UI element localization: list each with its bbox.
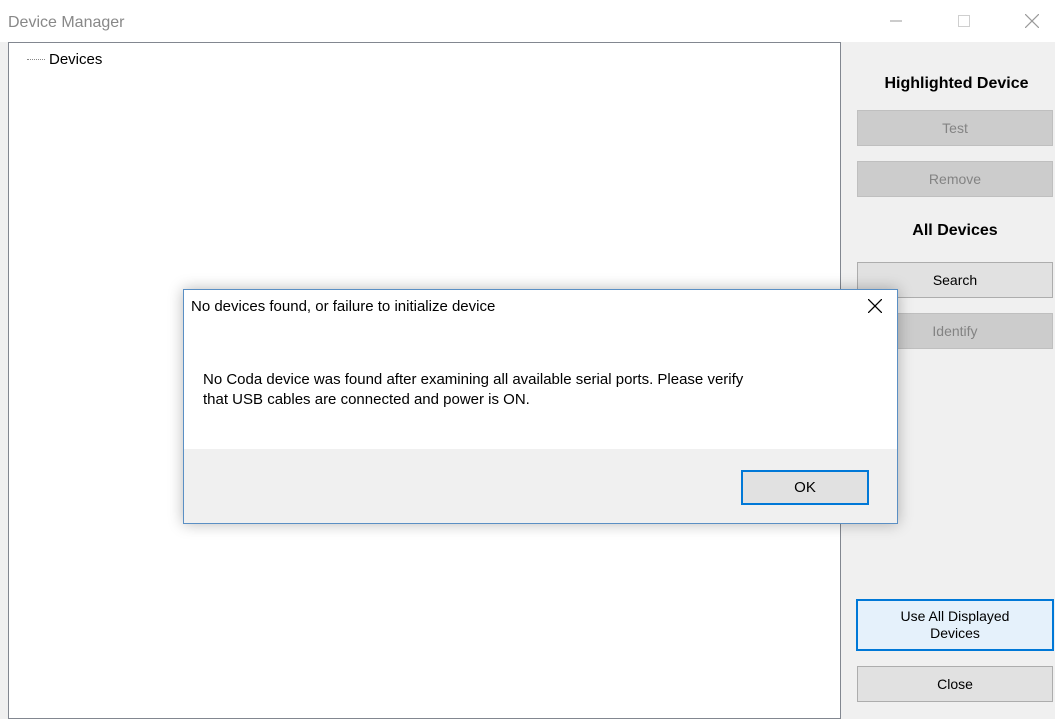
all-devices-heading: All Devices (912, 222, 998, 239)
error-dialog: No devices found, or failure to initiali… (183, 289, 898, 524)
window-close-button[interactable] (1010, 0, 1054, 42)
tree-root-devices[interactable]: Devices (27, 51, 102, 68)
window-title: Device Manager (8, 14, 125, 31)
maximize-button[interactable] (942, 0, 986, 42)
close-button[interactable]: Close (857, 666, 1053, 702)
tree-root-label: Devices (49, 51, 103, 68)
remove-button[interactable]: Remove (857, 161, 1053, 197)
dialog-message-line-2: that USB cables are connected and power … (203, 391, 530, 408)
tree-connector-line (27, 59, 45, 60)
minimize-button[interactable] (874, 0, 918, 42)
dialog-button-bar: OK (184, 449, 897, 523)
dialog-close-button[interactable] (853, 290, 897, 324)
dialog-title: No devices found, or failure to initiali… (191, 298, 496, 315)
minimize-icon (890, 15, 902, 27)
close-icon (867, 298, 883, 316)
close-icon (1025, 14, 1039, 28)
dialog-message: No Coda device was found after examining… (203, 370, 883, 410)
use-all-displayed-devices-button[interactable]: Use All Displayed Devices (856, 599, 1054, 651)
device-manager-window: Device Manager Devices Highlighted Devic… (0, 0, 1055, 719)
maximize-icon (958, 15, 970, 27)
dialog-message-line-1: No Coda device was found after examining… (203, 371, 744, 388)
ok-button[interactable]: OK (741, 470, 869, 505)
test-button[interactable]: Test (857, 110, 1053, 146)
highlighted-device-heading: Highlighted Device (884, 75, 1029, 92)
title-bar: Device Manager (0, 0, 1055, 42)
